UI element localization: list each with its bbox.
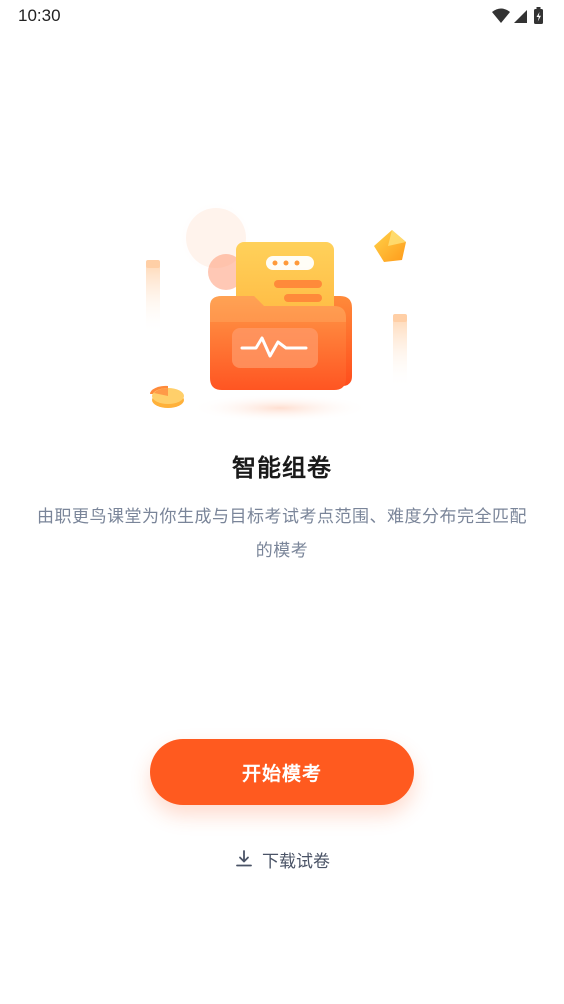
status-icons — [492, 7, 543, 24]
battery-charging-icon — [534, 7, 543, 24]
start-mock-exam-button[interactable]: 开始模考 — [150, 739, 414, 805]
signal-icon — [514, 10, 527, 23]
exam-folder-illustration — [146, 200, 407, 422]
page-title: 智能组卷 — [232, 454, 332, 482]
wifi-icon — [492, 8, 510, 23]
download-paper-label: 下载试卷 — [262, 851, 330, 872]
page-description: 由职更鸟课堂为你生成与目标考试考点范围、难度分布完全匹配的模考 — [37, 507, 527, 561]
status-bar: 10:30 — [0, 0, 564, 32]
status-time: 10:30 — [18, 6, 61, 25]
download-icon — [236, 850, 252, 867]
exam-intro-screen: 10:30 智能组卷 由职更鸟课堂为你生成与目标考试考点范围、难度分布完全匹配的… — [0, 0, 564, 1004]
download-paper-link[interactable]: 下载试卷 — [0, 844, 564, 874]
